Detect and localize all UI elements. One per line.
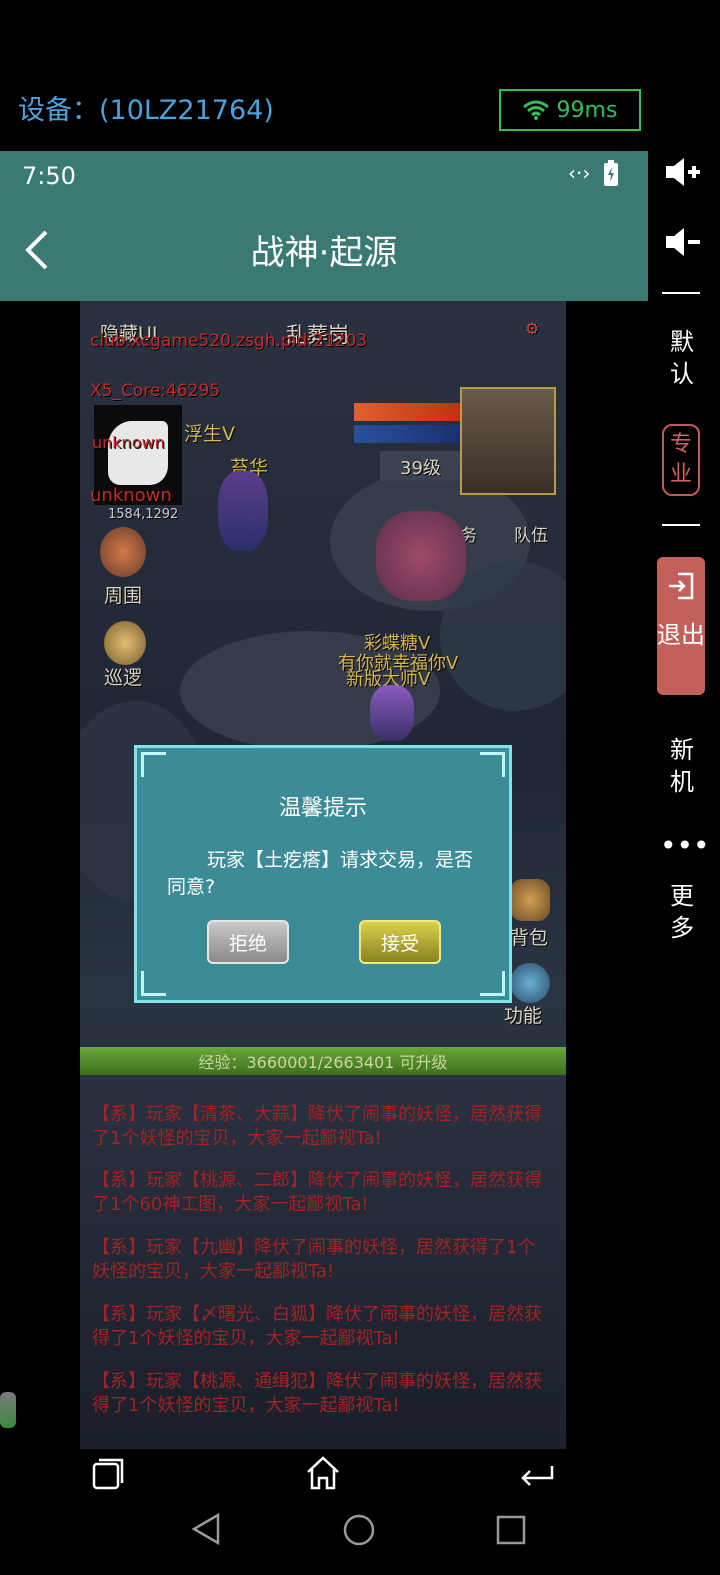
dialog-corner <box>141 752 166 777</box>
level-text: 39级 <box>400 458 441 479</box>
page-title: 战神·起源 <box>250 233 398 273</box>
dialog-title: 温馨提示 <box>278 796 367 821</box>
volume-down-icon[interactable] <box>664 226 702 258</box>
status-time: 7:50 <box>22 162 76 190</box>
dialog-corner <box>141 971 166 996</box>
patrol-icon[interactable] <box>104 621 146 665</box>
dialog-message: 玩家【土疙瘩】请求交易，是否同意? <box>167 849 474 898</box>
pro-mode-button[interactable]: 专业 <box>662 424 700 496</box>
chat-line: 【系】玩家【桃源、二郎】降伏了闹事的妖怪，居然获得了1个60神工图，大家一起鄙视… <box>92 1170 542 1215</box>
chat-line: 【系】玩家【清茶、大蒜】降伏了闹事的妖怪，居然获得了1个妖怪的宝贝，大家一起鄙视… <box>92 1104 542 1149</box>
exp-bar: 经验：3660001/2663401 可升级 <box>80 1047 566 1075</box>
exit-button[interactable]: 退出 <box>657 557 705 695</box>
accept-button[interactable]: 接受 <box>359 920 441 964</box>
nav-recents-icon[interactable] <box>496 1515 526 1545</box>
chat-line: 【系】玩家【〆曙光、白狐】降伏了闹事的妖怪，居然获得了1个妖怪的宝贝，大家一起鄙… <box>92 1304 542 1349</box>
nav-back-icon[interactable] <box>190 1512 222 1546</box>
reject-button[interactable]: 拒绝 <box>207 920 289 964</box>
volume-up-icon[interactable] <box>664 156 702 188</box>
minimap-area <box>108 421 168 485</box>
return-icon[interactable] <box>518 1460 556 1488</box>
chat-line: 【系】玩家【九幽】降伏了闹事的妖怪，居然获得了1个妖怪的宝贝，大家一起鄙视Ta! <box>92 1237 536 1282</box>
hp-bar <box>354 403 462 421</box>
mp-bar <box>354 425 462 443</box>
new-device-button[interactable]: 新机 <box>660 734 704 798</box>
device-id-label: 设备：(10LZ21764) <box>18 95 274 126</box>
floating-tool-icon[interactable] <box>0 1392 16 1428</box>
home-icon[interactable] <box>304 1454 342 1492</box>
function-icon[interactable] <box>510 963 550 1003</box>
player-label-unknown: unknown <box>90 485 172 506</box>
team-button[interactable]: 队伍 <box>514 521 548 546</box>
wifi-icon <box>522 100 549 120</box>
player-sprite[interactable] <box>218 471 268 551</box>
settings-icon[interactable]: ⚙ <box>525 319 539 338</box>
data-transfer-icon: ‹·› <box>568 161 591 185</box>
character-portrait[interactable] <box>460 387 556 495</box>
npc-sprite[interactable] <box>376 511 466 601</box>
rail-divider <box>662 292 700 294</box>
dialog-corner <box>480 971 505 996</box>
minimap-label: unknown <box>92 433 165 452</box>
player-name: 浮生V <box>184 423 235 445</box>
ping-badge: 99ms <box>499 89 641 131</box>
ping-value: 99ms <box>556 97 618 123</box>
surround-icon[interactable] <box>100 527 146 577</box>
system-chat-log[interactable]: 【系】玩家【清茶、大蒜】降伏了闹事的妖怪，居然获得了1个妖怪的宝贝，大家一起鄙视… <box>80 1075 560 1449</box>
bag-icon[interactable] <box>510 879 550 921</box>
bag-label[interactable]: 背包 <box>510 923 548 950</box>
coordinates: 1584,1292 <box>108 507 179 522</box>
trade-request-dialog: 温馨提示 玩家【土疙瘩】请求交易，是否同意? 拒绝 接受 <box>134 745 512 1003</box>
rail-divider <box>662 524 700 526</box>
surround-label[interactable]: 周围 <box>104 581 142 608</box>
npc-sprite[interactable] <box>370 685 414 741</box>
exit-label: 退出 <box>657 621 705 649</box>
level-badge: 39级 <box>380 451 464 481</box>
core-label: X5_Core:46295 <box>90 381 221 401</box>
exit-icon <box>669 572 694 600</box>
patrol-label[interactable]: 巡逻 <box>104 663 142 690</box>
chat-line: 【系】玩家【桃源、通缉犯】降伏了闹事的妖怪，居然获得了1个妖怪的宝贝，大家一起鄙… <box>92 1371 542 1416</box>
more-button[interactable]: 更多 <box>660 880 704 944</box>
status-icons: ‹·› <box>568 160 619 186</box>
nav-home-icon[interactable] <box>342 1513 376 1547</box>
exp-text: 经验：3660001/2663401 可升级 <box>198 1053 448 1072</box>
more-icon[interactable]: ••• <box>660 830 710 862</box>
dialog-corner <box>480 752 505 777</box>
recent-apps-icon[interactable] <box>90 1456 126 1492</box>
battery-icon <box>604 160 619 186</box>
function-label[interactable]: 功能 <box>504 1001 542 1028</box>
watermark-text: club.xcgame520.zsgh.pid:21203 <box>90 331 368 351</box>
default-mode-button[interactable]: 默认 <box>660 326 704 390</box>
